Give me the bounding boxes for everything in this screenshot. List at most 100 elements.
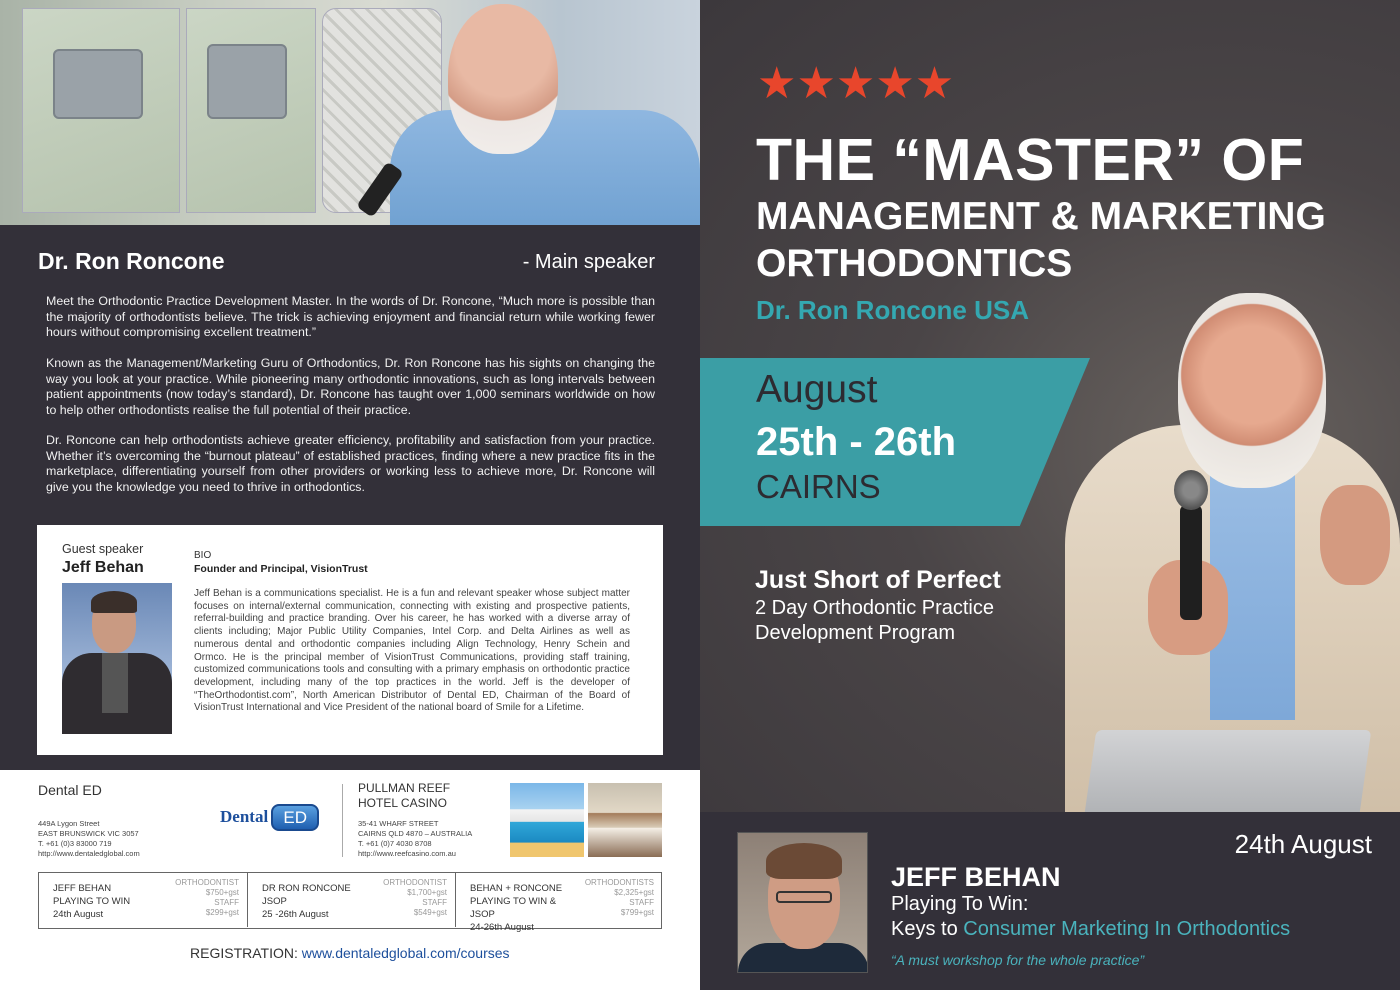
- workshop-subtitle-highlight: Consumer Marketing In Orthodontics: [963, 918, 1291, 940]
- left-page: Dr. Ron Roncone - Main speaker Meet the …: [0, 0, 700, 990]
- logo-box: ED: [271, 803, 320, 831]
- right-page: ★★★★★ THE “MASTER” OF MANAGEMENT & MARKE…: [700, 0, 1400, 990]
- hotel-name-line: PULLMAN REEF: [358, 781, 451, 795]
- address-line: EAST BRUNSWICK VIC 3057: [38, 829, 139, 838]
- course-title-line: JSOP: [262, 896, 287, 907]
- guest-label: Guest speaker: [62, 542, 144, 556]
- pitch-line: Development Program: [755, 622, 956, 644]
- guest-speaker-card: Guest speaker Jeff Behan BIO Founder and…: [37, 525, 663, 755]
- workshop-subtitle-plain: Keys to: [891, 918, 964, 940]
- bio-paragraph: Dr. Roncone can help orthodontists achie…: [46, 433, 655, 494]
- address-line: CAIRNS QLD 4870 – AUSTRALIA: [358, 829, 473, 838]
- course-date: 25 -26th August: [262, 909, 329, 920]
- guest-photo: [62, 583, 172, 734]
- jeff-behan-photo: [737, 832, 868, 973]
- workshop-speaker: JEFF BEHAN: [891, 862, 1061, 892]
- price-value: $549+gst: [413, 908, 447, 917]
- price-value: $299+gst: [205, 908, 239, 917]
- course-title-line: JEFF BEHAN: [53, 883, 112, 894]
- dental-ed-logo: Dental ED: [220, 803, 320, 831]
- microphone-icon: [1180, 505, 1202, 620]
- hotel-room-photo: [588, 783, 662, 857]
- price-cell: BEHAN + RONCONE PLAYING TO WIN & JSOP 24…: [455, 873, 662, 933]
- course-title-line: DR RON RONCONE: [262, 883, 351, 894]
- speaker-role: - Main speaker: [522, 251, 655, 273]
- course-date: 24-26th August: [470, 922, 534, 933]
- speaker-figure: [1320, 485, 1390, 585]
- main-title: THE “MASTER” OF: [756, 127, 1305, 193]
- address-line: 35-41 WHARF STREET: [358, 819, 439, 828]
- price-cell: DR RON RONCONE JSOP 25 -26th August ORTH…: [247, 873, 455, 927]
- course-price: ORTHODONTISTS $2,325+gst STAFF $799+gst: [585, 878, 654, 918]
- price-value: $1,700+gst: [407, 888, 447, 897]
- workshop-subtitle: Keys to Consumer Marketing In Orthodonti…: [891, 918, 1290, 941]
- course-title-line: PLAYING TO WIN & JSOP: [470, 896, 557, 920]
- price-label: ORTHODONTIST: [175, 878, 239, 887]
- workshop-date: 24th August: [1234, 829, 1372, 859]
- company-address: 449A Lygon Street EAST BRUNSWICK VIC 305…: [38, 819, 140, 859]
- pitch-line: 2 Day Orthodontic Practice: [755, 597, 994, 619]
- date-month: August: [756, 368, 878, 411]
- course-price: ORTHODONTIST $750+gst STAFF $299+gst: [175, 878, 239, 918]
- price-value: $799+gst: [620, 908, 654, 917]
- bracket-illustration: [53, 49, 143, 119]
- guest-figure: [91, 591, 137, 613]
- price-value: $2,325+gst: [614, 888, 654, 897]
- bio-text: Jeff Behan is a communications specialis…: [194, 588, 630, 714]
- course-title: DR RON RONCONE JSOP 25 -26th August: [262, 882, 372, 921]
- laptop: [1083, 730, 1372, 812]
- rating-stars: ★★★★★: [757, 62, 954, 106]
- course-price: ORTHODONTIST $1,700+gst STAFF $549+gst: [383, 878, 447, 918]
- company-name: Dental ED: [38, 782, 102, 798]
- course-title-line: BEHAN + RONCONE: [470, 883, 563, 894]
- bio-paragraph: Known as the Management/Marketing Guru o…: [46, 356, 655, 417]
- price-label: STAFF: [629, 898, 654, 907]
- course-title-line: PLAYING TO WIN: [53, 896, 131, 907]
- guest-name: Jeff Behan: [62, 559, 144, 576]
- course-title: BEHAN + RONCONE PLAYING TO WIN & JSOP 24…: [470, 882, 580, 934]
- address-link[interactable]: http://www.dentaledglobal.com: [38, 849, 140, 859]
- slide-panel: [22, 8, 180, 213]
- hotel-name: PULLMAN REEF HOTEL CASINO: [358, 781, 450, 810]
- date-city: CAIRNS: [756, 468, 881, 505]
- bracket-illustration: [207, 44, 287, 119]
- price-value: $750+gst: [205, 888, 239, 897]
- address-link[interactable]: http://www.reefcasino.com.au: [358, 849, 472, 859]
- logo-word: Dental: [220, 807, 269, 826]
- registration-line: REGISTRATION: www.dentaledglobal.com/cou…: [190, 945, 510, 961]
- price-table: JEFF BEHAN PLAYING TO WIN 24th August OR…: [38, 872, 662, 933]
- bio-title: Founder and Principal, VisionTrust: [194, 563, 368, 575]
- sub-title-line: MANAGEMENT & MARKETING: [756, 195, 1326, 238]
- hotel-address: 35-41 WHARF STREET CAIRNS QLD 4870 – AUS…: [358, 819, 472, 859]
- speaker-name: Dr. Ron Roncone: [38, 248, 225, 274]
- price-cell: JEFF BEHAN PLAYING TO WIN 24th August OR…: [39, 873, 247, 927]
- cover-hero: ★★★★★ THE “MASTER” OF MANAGEMENT & MARKE…: [700, 0, 1400, 812]
- price-label: ORTHODONTIST: [383, 878, 447, 887]
- microphone-icon: [1174, 470, 1208, 510]
- guest-figure: [102, 653, 128, 713]
- registration-label: REGISTRATION:: [190, 945, 302, 961]
- sub-title-line: ORTHODONTICS: [756, 242, 1073, 285]
- course-date: 24th August: [53, 909, 104, 920]
- price-label: STAFF: [214, 898, 239, 907]
- date-days: 25th - 26th: [756, 420, 957, 464]
- sub-title: MANAGEMENT & MARKETING ORTHODONTICS: [756, 193, 1326, 287]
- star-icon: ★★★★★: [757, 59, 955, 108]
- course-title: JEFF BEHAN PLAYING TO WIN 24th August: [53, 882, 163, 921]
- registration-link[interactable]: www.dentaledglobal.com/courses: [302, 945, 510, 961]
- divider: [342, 784, 343, 857]
- speaker-figure: [448, 4, 558, 154]
- price-label: STAFF: [422, 898, 447, 907]
- pitch-title: Just Short of Perfect: [755, 566, 1001, 594]
- address-line: T. +61 (0)3 83000 719: [38, 839, 112, 848]
- glasses-icon: [776, 891, 832, 903]
- hotel-name-line: HOTEL CASINO: [358, 795, 447, 810]
- price-label: ORTHODONTISTS: [584, 878, 654, 887]
- jeff-figure: [766, 843, 842, 879]
- workshop-title: Playing To Win:: [891, 893, 1029, 915]
- hotel-pool-photo: [510, 783, 584, 857]
- bio-paragraph: Meet the Orthodontic Practice Developmen…: [46, 294, 655, 339]
- speaker-presenting-photo: [0, 0, 700, 225]
- address-line: T. +61 (0)7 4030 8708: [358, 839, 432, 848]
- workshop-quote: “A must workshop for the whole practice”: [891, 952, 1145, 968]
